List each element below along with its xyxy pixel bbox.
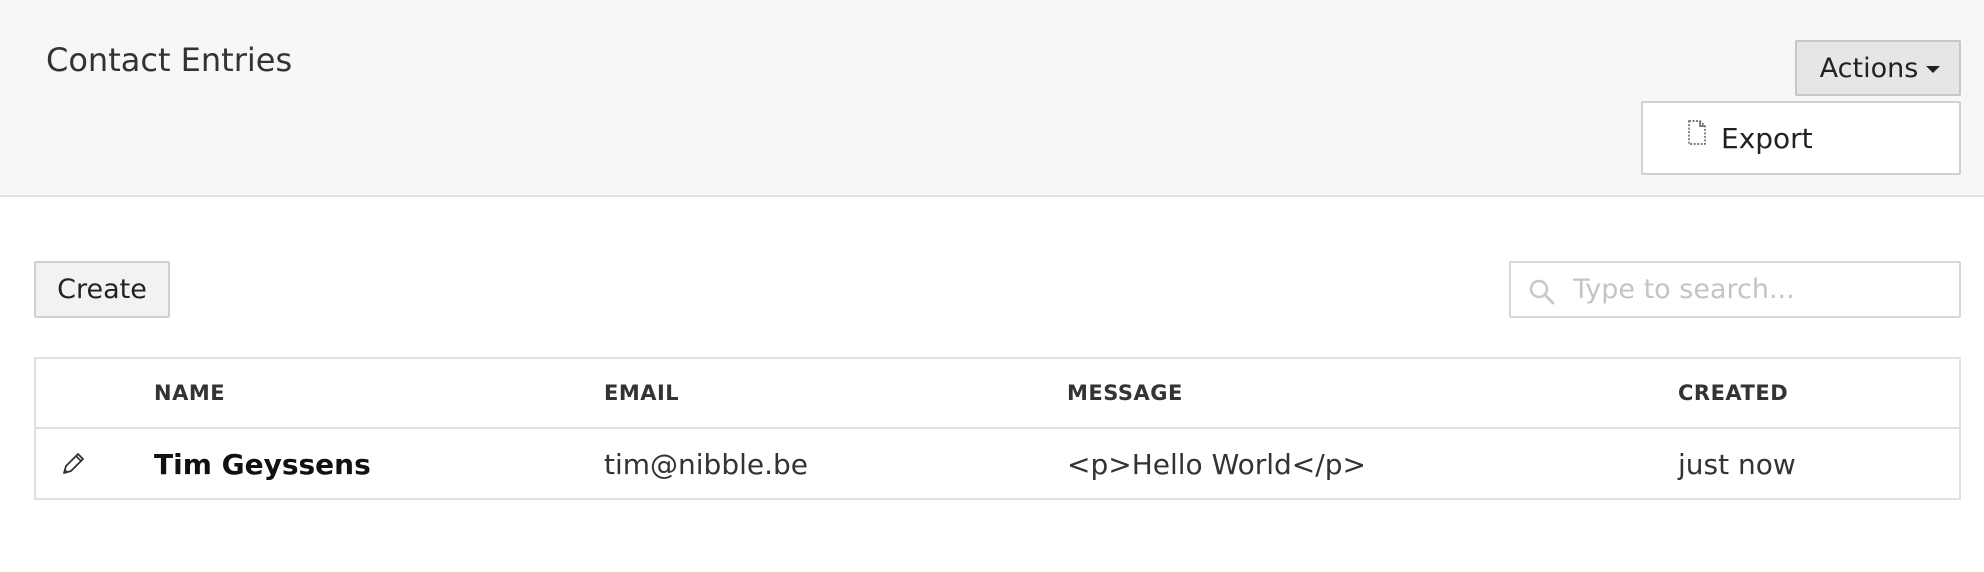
create-button[interactable]: Create <box>34 261 170 318</box>
caret-down-icon <box>1926 65 1941 73</box>
actions-dropdown-menu: Export <box>1641 101 1961 175</box>
table-row[interactable]: Tim Geyssens tim@nibble.be <p>Hello Worl… <box>36 429 1959 499</box>
dropdown-item-export[interactable]: Export <box>1643 103 1959 173</box>
entries-table: NAME EMAIL MESSAGE CREATED Tim Geyssens … <box>34 357 1961 500</box>
page-title: Contact Entries <box>46 41 293 79</box>
document-icon <box>1688 120 1706 145</box>
column-header-created[interactable]: CREATED <box>1678 359 1788 427</box>
search-input[interactable] <box>1571 265 1951 314</box>
page-header: Contact Entries Actions Export <box>0 0 1984 197</box>
pencil-icon[interactable] <box>60 451 86 477</box>
actions-button[interactable]: Actions <box>1795 40 1961 96</box>
cell-created: just now <box>1678 447 1796 481</box>
cell-name[interactable]: Tim Geyssens <box>154 429 371 499</box>
table-header-row: NAME EMAIL MESSAGE CREATED <box>36 359 1959 429</box>
dropdown-item-label: Export <box>1721 121 1813 155</box>
actions-button-label: Actions <box>1819 52 1919 84</box>
column-header-email[interactable]: EMAIL <box>604 359 679 427</box>
cell-email: tim@nibble.be <box>604 447 809 481</box>
cell-message: <p>Hello World</p> <box>1067 447 1366 481</box>
search-icon <box>1529 279 1555 305</box>
edit-cell <box>60 429 110 499</box>
search-box <box>1509 261 1961 318</box>
column-header-name[interactable]: NAME <box>154 359 225 427</box>
column-header-message[interactable]: MESSAGE <box>1067 359 1183 427</box>
